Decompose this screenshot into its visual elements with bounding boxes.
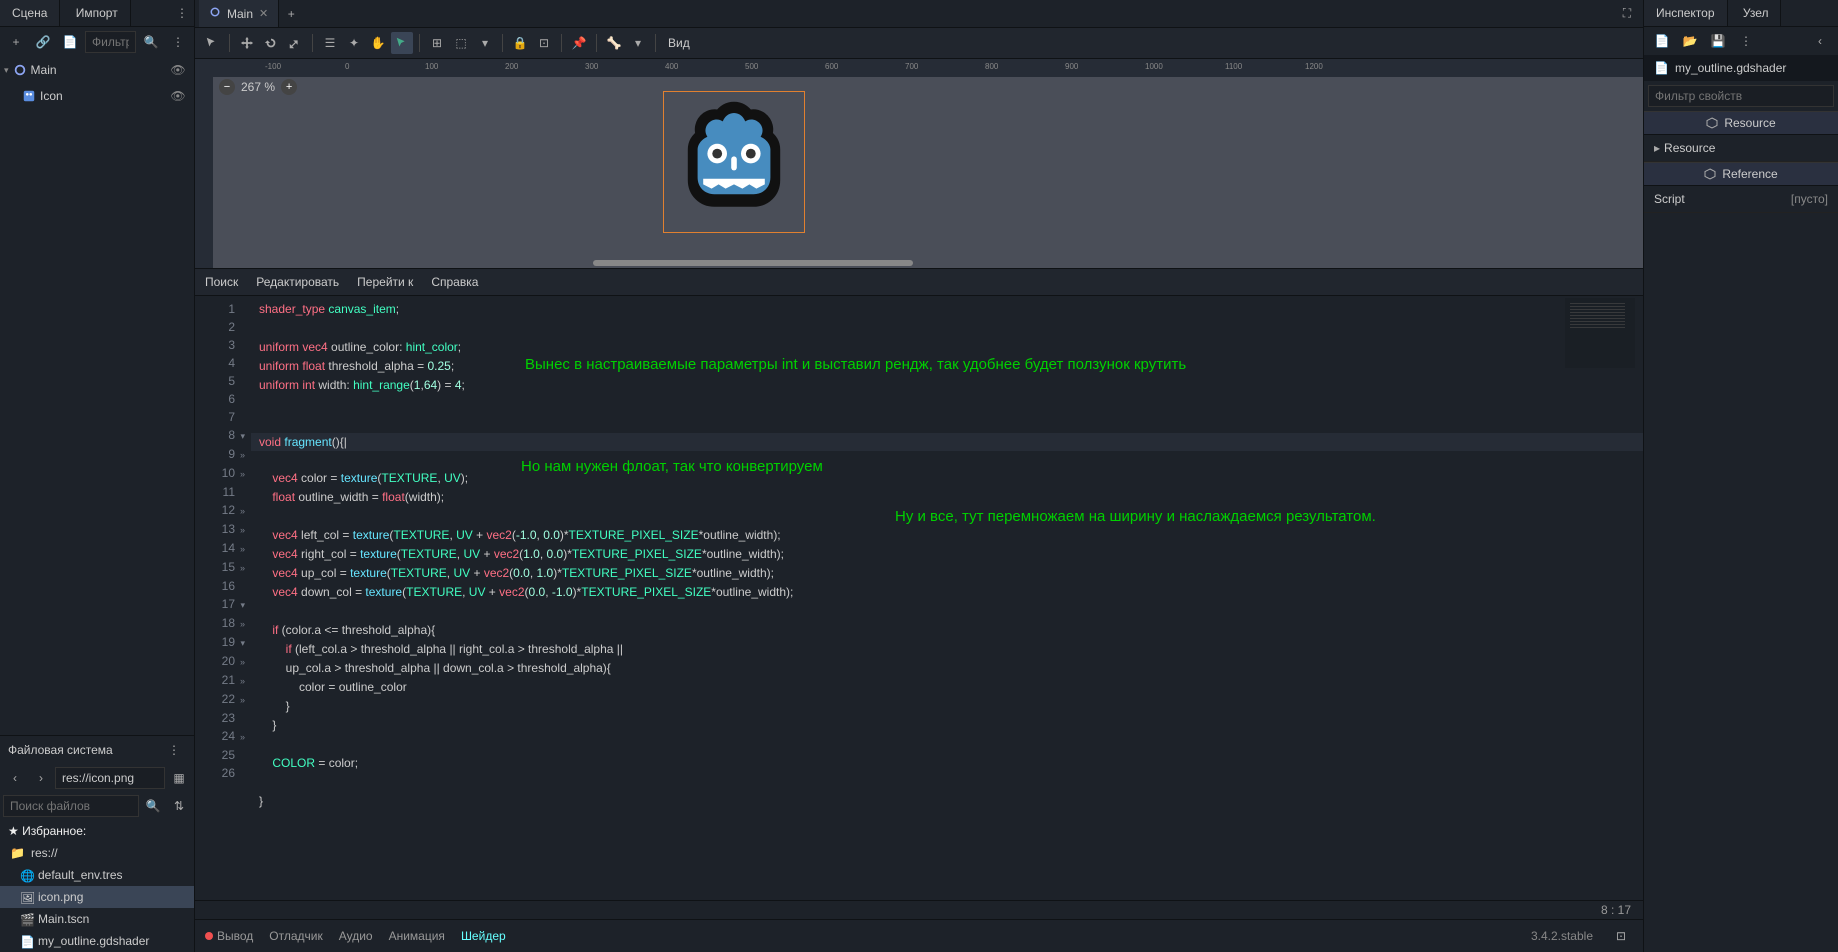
version-label: 3.4.2.stable	[1531, 929, 1593, 943]
ruler-vertical	[195, 77, 213, 268]
move-tool-icon[interactable]	[236, 32, 258, 54]
scene-node-main[interactable]: ▾ Main 👁	[0, 57, 194, 83]
load-resource-icon[interactable]: 📂	[1680, 31, 1700, 51]
snap-rotate-icon[interactable]: ✦	[343, 32, 365, 54]
visibility-icon[interactable]: 👁	[168, 60, 188, 80]
add-node-icon[interactable]: +	[6, 32, 26, 52]
menu-edit[interactable]: Редактировать	[256, 275, 339, 289]
scene-icon: 🎬	[20, 913, 32, 925]
bone-icon[interactable]: 🦴	[603, 32, 625, 54]
cursor-position: 8 : 17	[1601, 903, 1631, 917]
menu-goto[interactable]: Перейти к	[357, 275, 413, 289]
inspector-menu-dots[interactable]: ⋮	[1736, 31, 1756, 51]
scene-tab-main[interactable]: Main ✕	[199, 0, 279, 27]
env-icon: 🌐	[20, 869, 32, 881]
fs-search-input[interactable]	[3, 795, 139, 817]
list-select-icon[interactable]: ☰	[319, 32, 341, 54]
tab-scene[interactable]: Сцена	[0, 0, 60, 26]
zoom-out-icon[interactable]: −	[219, 79, 235, 95]
fs-file[interactable]: 🎬 Main.tscn	[0, 908, 194, 930]
folder-icon: 📁	[10, 846, 25, 860]
fs-file[interactable]: 📄 my_outline.gdshader	[0, 930, 194, 952]
search-icon[interactable]: 🔍	[143, 796, 163, 816]
inspector-filter-input[interactable]	[1648, 85, 1834, 107]
menu-help[interactable]: Справка	[431, 275, 478, 289]
section-reference[interactable]: Reference	[1644, 162, 1838, 186]
attach-script-icon[interactable]: 📄	[60, 32, 80, 52]
tab-import[interactable]: Импорт	[64, 0, 131, 26]
bottom-audio[interactable]: Аудио	[339, 929, 373, 943]
fs-sort-icon[interactable]: ⇅	[169, 796, 189, 816]
sprite-selection[interactable]	[663, 91, 805, 233]
section-resource[interactable]: Resource	[1644, 111, 1838, 135]
anchor-icon[interactable]: 📌	[568, 32, 590, 54]
ruler-tool-icon[interactable]	[391, 32, 413, 54]
bottom-extra-icon[interactable]: ⊡	[1611, 926, 1631, 946]
snap-icon[interactable]: ⊞	[426, 32, 448, 54]
inspector-resource-path[interactable]: 📄 my_outline.gdshader	[1644, 55, 1838, 81]
scale-tool-icon[interactable]	[284, 32, 306, 54]
viewport-canvas[interactable]	[213, 77, 1643, 268]
bottom-animation[interactable]: Анимация	[389, 929, 445, 943]
snap-options-icon[interactable]: ⬚	[450, 32, 472, 54]
scene-menu-dots[interactable]: ⋮	[172, 3, 192, 23]
expand-icon[interactable]: ⛶	[1617, 4, 1637, 24]
rotate-tool-icon[interactable]	[260, 32, 282, 54]
property-resource[interactable]: ▸Resource	[1644, 135, 1838, 162]
bottom-shader[interactable]: Шейдер	[461, 929, 506, 943]
scene-extra-icon[interactable]: ⋮	[168, 32, 188, 52]
nav-back-icon[interactable]: ‹	[5, 768, 25, 788]
tab-node[interactable]: Узел	[1731, 0, 1782, 26]
scene-filter-input[interactable]	[85, 31, 136, 53]
tab-inspector[interactable]: Инспектор	[1644, 0, 1728, 26]
save-resource-icon[interactable]: 💾	[1708, 31, 1728, 51]
sprite-icon	[22, 89, 36, 103]
menu-search[interactable]: Поиск	[205, 275, 238, 289]
viewport-scrollbar[interactable]	[593, 260, 913, 266]
cube-icon	[1704, 168, 1716, 180]
fs-file[interactable]: 🖼 icon.png	[0, 886, 194, 908]
close-tab-icon[interactable]: ✕	[259, 7, 268, 20]
bottom-debugger[interactable]: Отладчик	[269, 929, 322, 943]
node2d-icon	[13, 63, 27, 77]
node-label: Main	[31, 63, 57, 77]
ruler-horizontal: -100010020030040050060070080090010001100…	[195, 59, 1643, 77]
shader-icon: 📄	[20, 935, 32, 947]
code-minimap[interactable]	[1565, 298, 1635, 368]
chevron-down-icon[interactable]: ▾	[474, 32, 496, 54]
history-back-icon[interactable]: ‹	[1810, 31, 1830, 51]
select-tool-icon[interactable]	[201, 32, 223, 54]
zoom-level: 267 %	[241, 80, 275, 94]
fs-path-input[interactable]	[55, 767, 165, 789]
link-icon[interactable]: 🔗	[33, 32, 53, 52]
bottom-output[interactable]: Вывод	[205, 929, 253, 943]
fs-menu-dots[interactable]: ⋮	[164, 740, 184, 760]
node2d-icon	[209, 6, 221, 21]
search-icon[interactable]: 🔍	[141, 32, 161, 52]
new-resource-icon[interactable]: 📄	[1652, 31, 1672, 51]
view-menu[interactable]: Вид	[662, 36, 696, 50]
node-label: Icon	[40, 89, 63, 103]
chevron-down-icon[interactable]: ▾	[627, 32, 649, 54]
code-editor[interactable]: 12345678▾9»10»1112»13»14»15»1617▾18»19▾2…	[195, 296, 1643, 900]
scene-node-icon[interactable]: Icon 👁	[0, 83, 194, 109]
add-tab-icon[interactable]: +	[281, 4, 301, 24]
pan-tool-icon[interactable]: ✋	[367, 32, 389, 54]
zoom-in-icon[interactable]: +	[281, 79, 297, 95]
image-icon: 🖼	[20, 891, 32, 903]
fs-file[interactable]: 🌐 default_env.tres	[0, 864, 194, 886]
visibility-icon[interactable]: 👁	[168, 86, 188, 106]
fs-root[interactable]: 📁 res://	[0, 842, 194, 864]
nav-forward-icon[interactable]: ›	[31, 768, 51, 788]
property-script[interactable]: Script [пусто]	[1644, 186, 1838, 213]
favorites-label: ★ Избранное:	[0, 820, 194, 842]
shader-icon: 📄	[1654, 61, 1669, 75]
group-icon[interactable]: ⊡	[533, 32, 555, 54]
lock-icon[interactable]: 🔒	[509, 32, 531, 54]
grid-view-icon[interactable]: ▦	[169, 768, 189, 788]
filesystem-title: Файловая система	[8, 743, 113, 757]
line-gutter: 12345678▾9»10»1112»13»14»15»1617▾18»19▾2…	[195, 296, 251, 900]
cube-icon	[1706, 117, 1718, 129]
